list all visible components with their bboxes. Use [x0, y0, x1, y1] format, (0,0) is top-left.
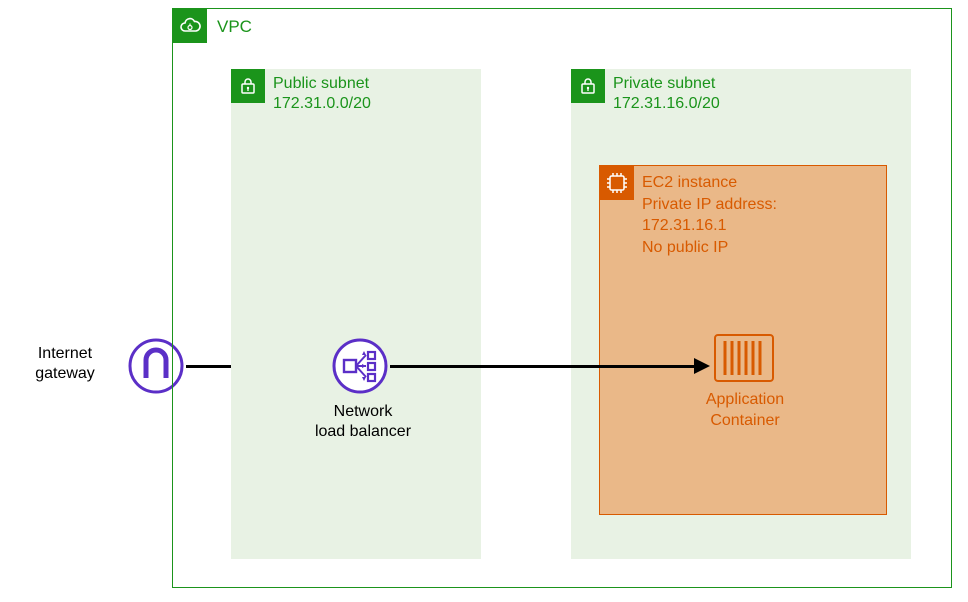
vpc-cloud-icon: [173, 9, 207, 43]
internet-gateway-label: Internet gateway: [20, 344, 110, 384]
container-icon: [714, 334, 774, 382]
public-subnet-cidr: 172.31.0.0/20: [273, 95, 371, 113]
ec2-instance-box: EC2 instance Private IP address: 172.31.…: [599, 165, 887, 515]
vpc-box: VPC Public subnet 172.31.0.0/20 Private …: [172, 8, 952, 588]
ec2-instance-text: EC2 instance Private IP address: 172.31.…: [642, 172, 777, 258]
ec2-chip-icon: [600, 166, 634, 200]
vpc-label: VPC: [217, 17, 252, 37]
private-subnet-cidr: 172.31.16.0/20: [613, 95, 720, 113]
network-load-balancer-icon: [332, 338, 388, 394]
ec2-no-public-ip: No public IP: [642, 237, 777, 259]
private-subnet-box: Private subnet 172.31.16.0/20: [571, 69, 911, 559]
private-subnet-lock-icon: [571, 69, 605, 103]
network-load-balancer-label: Network load balancer: [298, 402, 428, 442]
private-subnet-title: Private subnet: [613, 75, 715, 93]
ec2-ip-value: 172.31.16.1: [642, 215, 777, 237]
ec2-ip-label: Private IP address:: [642, 194, 777, 216]
public-subnet-lock-icon: [231, 69, 265, 103]
public-subnet-title: Public subnet: [273, 75, 369, 93]
ec2-title: EC2 instance: [642, 172, 777, 194]
container-label: Application Container: [680, 390, 810, 432]
public-subnet-box: Public subnet 172.31.0.0/20: [231, 69, 481, 559]
